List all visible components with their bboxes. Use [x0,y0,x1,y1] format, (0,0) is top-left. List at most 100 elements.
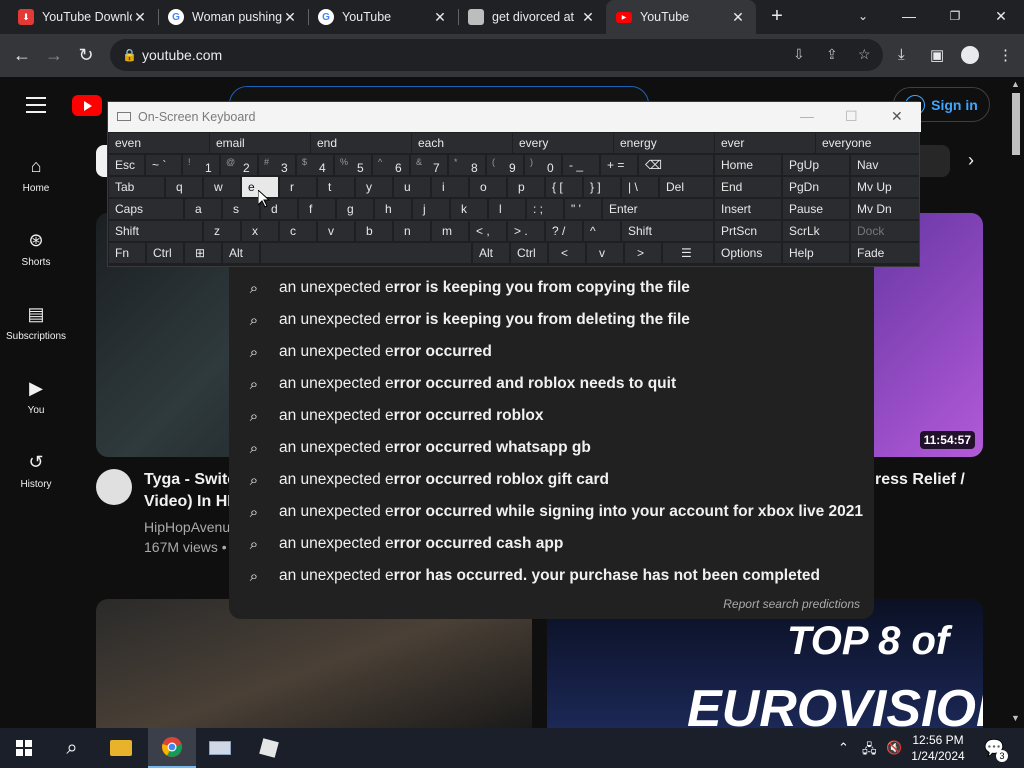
scroll-down-arrow-icon[interactable]: ▼ [1011,713,1020,723]
minimize-button[interactable]: — [886,0,932,34]
osk-key-slash[interactable]: ? / [546,221,582,241]
video-title[interactable]: Tyga - Switc Video) In HD [144,469,239,513]
osk-key-semicolon[interactable]: : ; [527,199,563,219]
osk-key-fn[interactable]: Fn [109,243,145,263]
osk-key-tilde[interactable]: ~ ` [146,155,181,175]
suggestion-item[interactable]: ⌕ an unexpected error occurred while sign… [229,496,874,528]
window-close-button[interactable]: ✕ [978,0,1024,34]
osk-key-h[interactable]: h [375,199,411,219]
osk-key-alt-left[interactable]: Alt [223,243,259,263]
osk-key-dock[interactable]: Dock [851,221,919,241]
osk-key-6[interactable]: ^ 6 [373,155,409,175]
windows-start-icon[interactable] [0,728,48,768]
close-icon[interactable]: ✕ [730,9,746,26]
reload-button[interactable]: ↻ [73,42,99,68]
osk-key-nav[interactable]: Nav [851,155,919,175]
osk-prediction[interactable]: each [412,133,512,153]
suggestion-item[interactable]: ⌕ an unexpected error is keeping you from… [229,272,874,304]
tab-search-chevron-icon[interactable]: ⌄ [840,0,886,34]
osk-title-bar[interactable]: On-Screen Keyboard — ☐ ✕ [108,102,921,132]
osk-key-p[interactable]: p [508,177,544,197]
osk-key-w[interactable]: w [204,177,240,197]
osk-key-z[interactable]: z [204,221,240,241]
osk-key-tab[interactable]: Tab [109,177,164,197]
osk-key-r[interactable]: r [280,177,316,197]
install-app-icon[interactable]: ⇩ [793,46,805,63]
chrome-icon[interactable] [148,728,196,768]
osk-key-5[interactable]: % 5 [335,155,371,175]
downloads-icon[interactable]: ⤓ [898,46,905,63]
suggestion-item[interactable]: ⌕ an unexpected error occurred [229,336,874,368]
osk-key-backslash[interactable]: | \ [622,177,658,197]
osk-prediction[interactable]: every [513,133,613,153]
scrollbar-thumb[interactable] [1012,93,1020,155]
osk-key-n[interactable]: n [394,221,430,241]
back-button[interactable]: ← [9,42,35,68]
osk-key-g[interactable]: g [337,199,373,219]
tab-youtube-google[interactable]: G YouTube ✕ [308,0,458,34]
osk-key-up-arrow[interactable]: ^ [584,221,620,241]
hamburger-menu-icon[interactable] [26,97,46,118]
osk-key-period[interactable]: > . [508,221,544,241]
search-icon[interactable]: ⌕ [48,728,96,768]
osk-key-mv-up[interactable]: Mv Up [851,177,919,197]
close-icon[interactable]: ✕ [132,9,148,26]
osk-prediction[interactable]: even [109,133,209,153]
osk-key-space[interactable] [261,243,471,263]
report-search-predictions-link[interactable]: Report search predictions [723,597,860,611]
volume-muted-icon[interactable]: 🔇 [886,740,902,756]
osk-key-t[interactable]: t [318,177,354,197]
side-panel-icon[interactable]: ▣ [930,46,944,64]
osk-key-alt-right[interactable]: Alt [473,243,509,263]
osk-key-home[interactable]: Home [715,155,781,175]
menu-kebab-icon[interactable]: ⋮ [998,46,1013,64]
osk-key-pgup[interactable]: PgUp [783,155,849,175]
osk-key-7[interactable]: & 7 [411,155,447,175]
maximize-button[interactable]: ☐ [845,108,858,125]
osk-key-q[interactable]: q [166,177,202,197]
video-title[interactable]: ress Relief / [875,469,965,491]
osk-key-pgdn[interactable]: PgDn [783,177,849,197]
osk-key-right-arrow[interactable]: > [625,243,661,263]
page-scrollbar[interactable]: ▲ ▼ [1008,77,1024,728]
osk-prediction[interactable]: energy [614,133,714,153]
suggestion-item[interactable]: ⌕ an unexpected error occurred roblox gif… [229,464,874,496]
tab-woman-pushing[interactable]: G Woman pushing ✕ [158,0,308,34]
channel-name[interactable]: HipHopAvenu [144,519,230,535]
osk-key-j[interactable]: j [413,199,449,219]
osk-key-quote[interactable]: " ' [565,199,601,219]
chevron-right-icon[interactable]: › [968,150,974,171]
osk-key-ctrl-left[interactable]: Ctrl [147,243,183,263]
osk-key-del[interactable]: Del [660,177,713,197]
tab-youtube-downloader[interactable]: ⬇ YouTube Downlo ✕ [8,0,158,34]
osk-key-options[interactable]: Options [715,243,781,263]
scroll-up-arrow-icon[interactable]: ▲ [1011,79,1020,89]
osk-key-minus[interactable]: - _ [563,155,599,175]
osk-key-insert[interactable]: Insert [715,199,781,219]
osk-key-l[interactable]: l [489,199,525,219]
osk-key-down-arrow[interactable]: v [587,243,623,263]
osk-key-m[interactable]: m [432,221,468,241]
osk-key-mv-dn[interactable]: Mv Dn [851,199,919,219]
osk-key-caps[interactable]: Caps [109,199,183,219]
osk-prediction[interactable]: ever [715,133,815,153]
osk-key-ctrl-right[interactable]: Ctrl [511,243,547,263]
osk-key-o[interactable]: o [470,177,506,197]
osk-key-a[interactable]: a [185,199,221,219]
osk-key-esc[interactable]: Esc [109,155,144,175]
osk-key-s[interactable]: s [223,199,259,219]
osk-key-end[interactable]: End [715,177,781,197]
osk-key-b[interactable]: b [356,221,392,241]
on-screen-keyboard-icon[interactable] [196,728,244,768]
osk-key-right-bracket[interactable]: } ] [584,177,620,197]
taskbar-clock[interactable]: 12:56 PM 1/24/2024 [908,732,968,764]
close-icon[interactable]: ✕ [432,9,448,26]
suggestion-item[interactable]: ⌕ an unexpected error occurred whatsapp g… [229,432,874,464]
close-icon[interactable]: ✕ [282,9,298,26]
file-explorer-icon[interactable] [97,728,145,768]
suggestion-item[interactable]: ⌕ an unexpected error has occurred. your … [229,560,874,592]
osk-key-left-arrow[interactable]: < [549,243,585,263]
nav-item-home[interactable]: ⌂ Home [0,155,72,194]
avatar[interactable] [96,469,132,505]
nav-item-subscriptions[interactable]: ▤ Subscriptions [0,303,72,342]
